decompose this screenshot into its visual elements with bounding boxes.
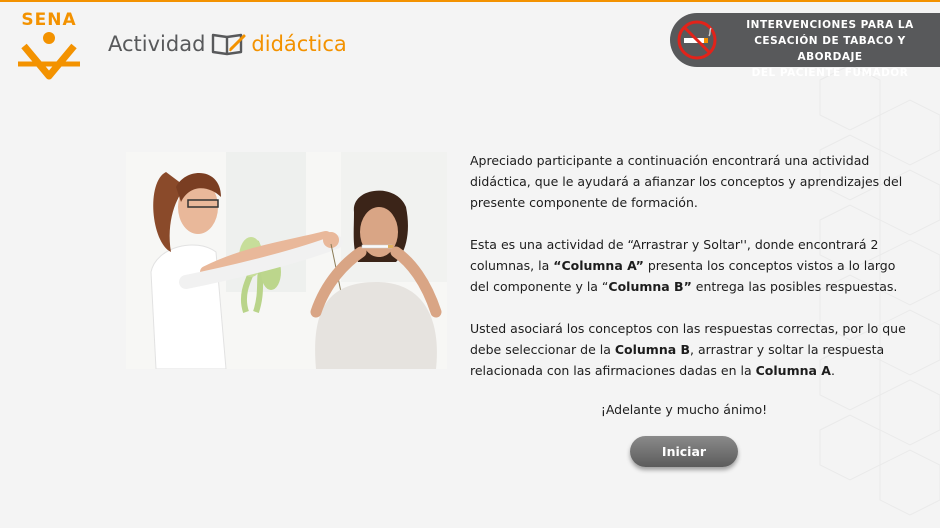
activity-paragraph: Esta es una actividad de “Arrastrar y So… xyxy=(470,234,910,297)
didactic-word: didáctica xyxy=(251,32,347,56)
header: SENA Actividad didáctica INTERVENCIONES … xyxy=(0,0,940,80)
activity-title: Actividad didáctica xyxy=(108,29,347,59)
sena-logo-icon: SENA xyxy=(14,10,84,80)
text-segment: entrega las posibles respuestas. xyxy=(691,279,898,294)
logo-text: SENA xyxy=(21,10,77,30)
text-segment: . xyxy=(830,363,835,378)
course-title-line: INTERVENCIONES PARA LA xyxy=(746,19,914,31)
course-title-line: DEL PACIENTE FUMADOR xyxy=(751,67,909,79)
intro-paragraph: Apreciado participante a continuación en… xyxy=(470,153,903,210)
course-title-badge: INTERVENCIONES PARA LA CESACIÓN DE TABAC… xyxy=(670,13,940,79)
start-button[interactable]: Iniciar xyxy=(630,436,738,467)
instructions-paragraph: Usted asociará los conceptos con las res… xyxy=(470,318,910,381)
closing-message: ¡Adelante y mucho ánimo! xyxy=(600,402,768,417)
activity-word: Actividad xyxy=(108,32,206,56)
column-b-label: Columna B xyxy=(614,342,691,357)
column-b-label: Columna B” xyxy=(608,279,692,294)
course-title: INTERVENCIONES PARA LA CESACIÓN DE TABAC… xyxy=(720,17,940,81)
column-a-label: “Columna A” xyxy=(553,258,644,273)
intro-photo xyxy=(126,152,447,369)
column-a-label: Columna A xyxy=(755,363,831,378)
instructions: Apreciado participante a continuación en… xyxy=(470,150,910,402)
course-title-line: CESACIÓN DE TABACO Y ABORDAJE xyxy=(754,35,906,63)
no-smoking-icon xyxy=(677,20,717,60)
book-pencil-icon xyxy=(212,33,246,56)
